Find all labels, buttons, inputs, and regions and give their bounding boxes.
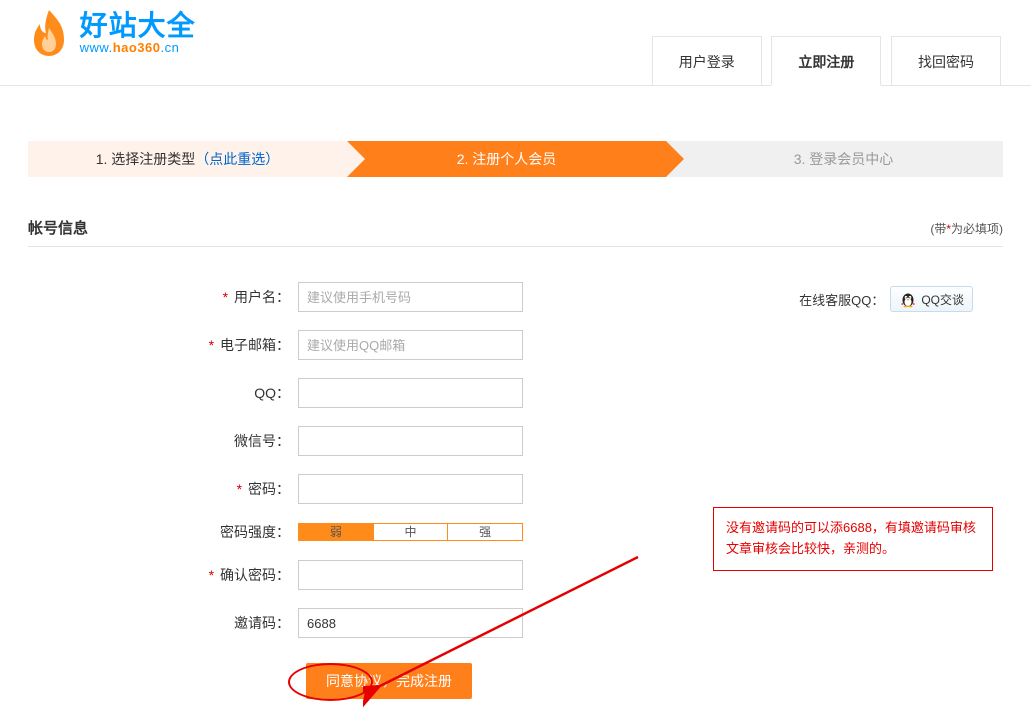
qq-input[interactable] bbox=[298, 378, 523, 408]
required-note: (带*为必填项) bbox=[930, 220, 1003, 237]
wechat-input[interactable] bbox=[298, 426, 523, 456]
tab-recover[interactable]: 找回密码 bbox=[891, 36, 1001, 86]
step-bar: 1. 选择注册类型（点此重选） 2. 注册个人会员 3. 登录会员中心 bbox=[28, 141, 1003, 177]
section-header: 帐号信息 (带*为必填项) bbox=[28, 217, 1003, 247]
username-input[interactable] bbox=[298, 282, 523, 312]
nav-tabs: 用户登录 立即注册 找回密码 bbox=[646, 36, 1001, 86]
tab-login[interactable]: 用户登录 bbox=[652, 36, 762, 86]
step-3: 3. 登录会员中心 bbox=[666, 141, 1003, 177]
username-label: * 用户名： bbox=[28, 287, 298, 307]
form-area: 在线客服QQ： QQ交谈 bbox=[28, 282, 1003, 699]
step-1: 1. 选择注册类型（点此重选） bbox=[28, 141, 347, 177]
email-input[interactable] bbox=[298, 330, 523, 360]
submit-button[interactable]: 同意协议，完成注册 bbox=[306, 663, 472, 699]
wechat-label: 微信号： bbox=[28, 431, 298, 451]
password-label: * 密码： bbox=[28, 479, 298, 499]
qq-chat-button[interactable]: QQ交谈 bbox=[890, 286, 973, 312]
strength-mid: 中 bbox=[373, 524, 448, 540]
strength-label: 密码强度： bbox=[28, 522, 298, 542]
strength-weak: 弱 bbox=[299, 524, 373, 540]
confirm-password-label: * 确认密码： bbox=[28, 565, 298, 585]
invite-input[interactable] bbox=[298, 608, 523, 638]
strength-strong: 强 bbox=[447, 524, 522, 540]
flame-icon bbox=[28, 8, 70, 63]
logo-url: www.hao360.cn bbox=[80, 40, 196, 56]
confirm-password-input[interactable] bbox=[298, 560, 523, 590]
step-2: 2. 注册个人会员 bbox=[347, 141, 666, 177]
password-input[interactable] bbox=[298, 474, 523, 504]
password-strength-bar: 弱 中 强 bbox=[298, 523, 523, 541]
qq-service: 在线客服QQ： QQ交谈 bbox=[799, 286, 973, 312]
section-title: 帐号信息 bbox=[28, 217, 88, 238]
header: 好站大全 www.hao360.cn 用户登录 立即注册 找回密码 bbox=[0, 0, 1031, 86]
site-logo[interactable]: 好站大全 www.hao360.cn bbox=[28, 8, 196, 63]
qq-penguin-icon bbox=[899, 290, 917, 308]
logo-title: 好站大全 bbox=[80, 12, 196, 40]
email-label: * 电子邮箱： bbox=[28, 335, 298, 355]
step-1-reselect-link[interactable]: （点此重选） bbox=[195, 151, 279, 167]
qq-service-label: 在线客服QQ： bbox=[799, 290, 884, 309]
invite-label: 邀请码： bbox=[28, 613, 298, 633]
qq-label: QQ： bbox=[28, 383, 298, 403]
tab-register[interactable]: 立即注册 bbox=[771, 36, 881, 86]
annotation-box: 没有邀请码的可以添6688，有填邀请码审核文章审核会比较快，亲测的。 bbox=[713, 507, 993, 571]
